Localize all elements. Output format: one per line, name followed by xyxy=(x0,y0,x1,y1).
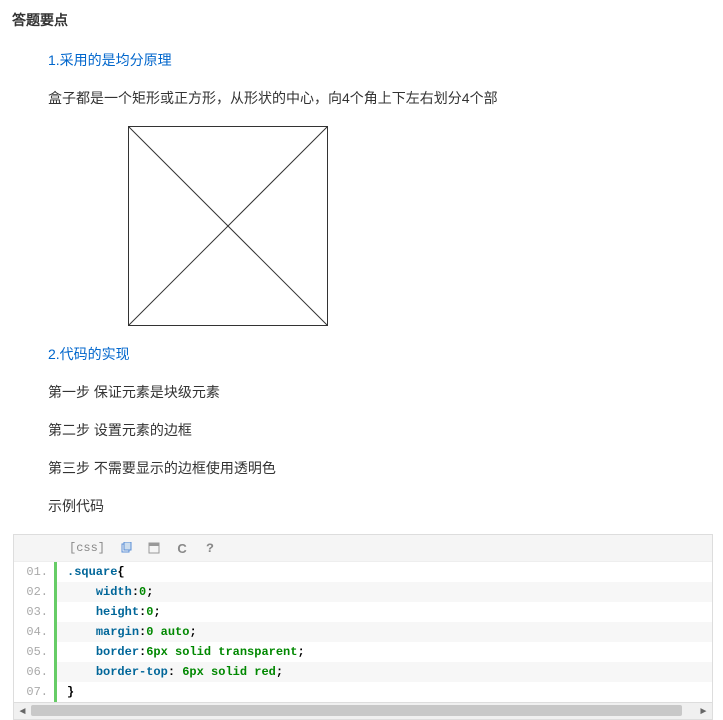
step-3: 第三步 不需要显示的边框使用透明色 xyxy=(48,458,713,478)
step-2: 第二步 设置元素的边框 xyxy=(48,420,713,440)
line-text: width:0; xyxy=(57,582,712,602)
step-1: 第一步 保证元素是块级元素 xyxy=(48,382,713,402)
line-number: 01. xyxy=(14,562,54,582)
code-line: 04. margin:0 auto; xyxy=(14,622,712,642)
code-lines: 01..square{02. width:0;03. height:0;04. … xyxy=(14,562,712,702)
code-language-label: [css] xyxy=(69,541,105,555)
line-number: 03. xyxy=(14,602,54,622)
horizontal-scrollbar[interactable]: ◄ ► xyxy=(13,703,713,720)
line-text: border:6px solid transparent; xyxy=(57,642,712,662)
help-icon[interactable]: ? xyxy=(203,541,217,555)
scroll-thumb[interactable] xyxy=(31,705,682,716)
example-label: 示例代码 xyxy=(48,496,713,516)
section-1-desc: 盒子都是一个矩形或正方形，从形状的中心，向4个角上下左右划分4个部 xyxy=(48,88,713,108)
code-line: 03. height:0; xyxy=(14,602,712,622)
line-text: .square{ xyxy=(57,562,712,582)
line-text: height:0; xyxy=(57,602,712,622)
line-number: 06. xyxy=(14,662,54,682)
code-line: 07.} xyxy=(14,682,712,702)
scroll-left-button[interactable]: ◄ xyxy=(14,704,31,719)
line-number: 04. xyxy=(14,622,54,642)
scroll-track[interactable] xyxy=(31,703,695,719)
code-block: [css] C ? 01..square{02. width:0;03. hei… xyxy=(13,534,713,703)
code-line: 06. border-top: 6px solid red; xyxy=(14,662,712,682)
line-text: border-top: 6px solid red; xyxy=(57,662,712,682)
line-number: 05. xyxy=(14,642,54,662)
line-text: margin:0 auto; xyxy=(57,622,712,642)
scroll-right-button[interactable]: ► xyxy=(695,704,712,719)
section-2-heading: 2.代码的实现 xyxy=(48,344,713,364)
line-number: 07. xyxy=(14,682,54,702)
code-line: 01..square{ xyxy=(14,562,712,582)
section-1-heading: 1.采用的是均分原理 xyxy=(48,50,713,70)
code-toolbar: [css] C ? xyxy=(14,535,712,562)
line-number: 02. xyxy=(14,582,54,602)
square-diagonals-diagram xyxy=(128,126,713,326)
copy-icon[interactable] xyxy=(119,541,133,555)
open-icon[interactable] xyxy=(147,541,161,555)
page-title: 答题要点 xyxy=(0,10,723,30)
code-line: 02. width:0; xyxy=(14,582,712,602)
code-line: 05. border:6px solid transparent; xyxy=(14,642,712,662)
undo-icon[interactable]: C xyxy=(175,541,189,555)
line-text: } xyxy=(57,682,712,702)
